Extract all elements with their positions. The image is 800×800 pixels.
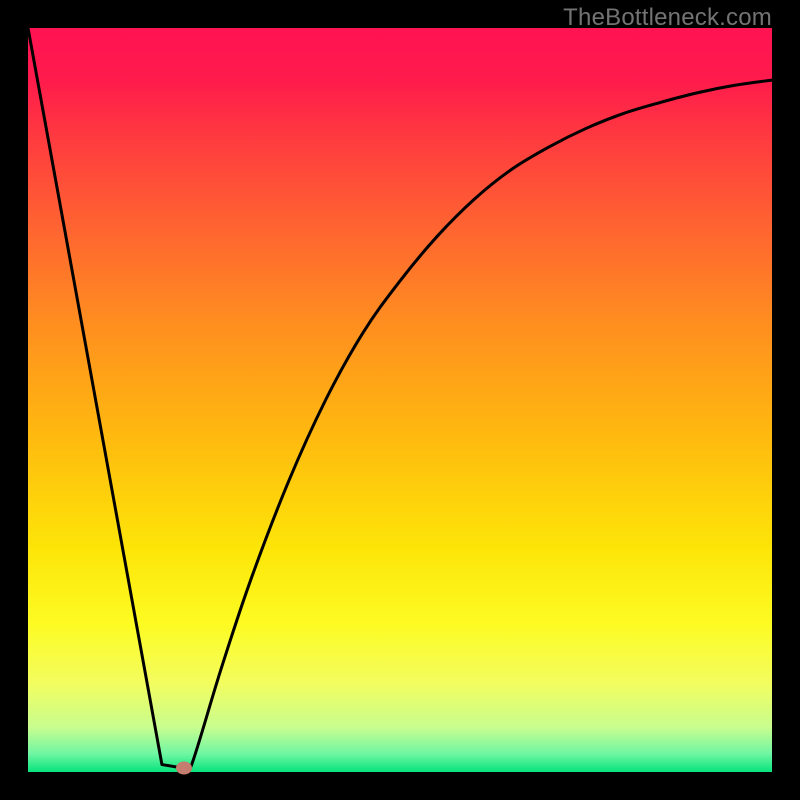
plot-area	[28, 28, 772, 772]
minimum-marker-dot	[176, 762, 192, 775]
gradient-background	[28, 28, 772, 772]
chart-container: TheBottleneck.com	[0, 0, 800, 800]
